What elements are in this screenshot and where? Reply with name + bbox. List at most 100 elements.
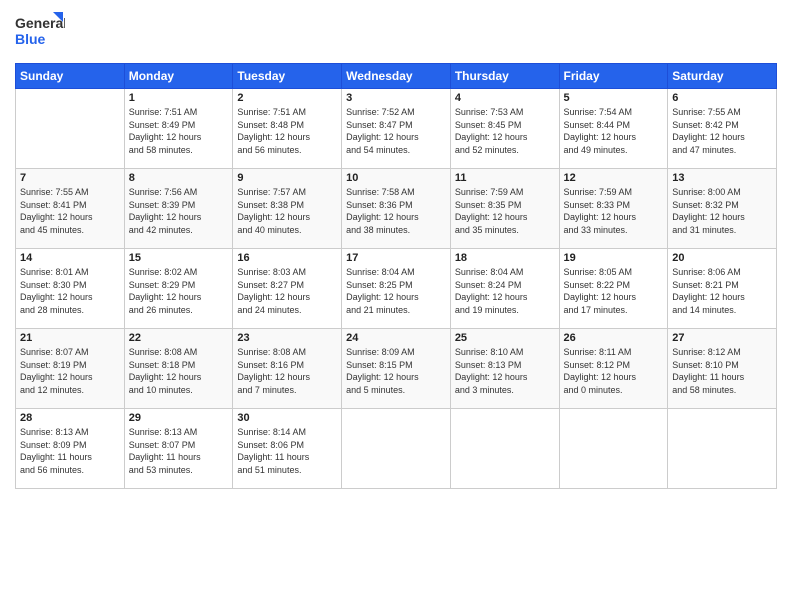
day-info: Sunrise: 7:56 AM Sunset: 8:39 PM Dayligh…: [129, 186, 229, 236]
logo: GeneralBlue: [15, 10, 65, 55]
day-info: Sunrise: 7:55 AM Sunset: 8:41 PM Dayligh…: [20, 186, 120, 236]
day-info: Sunrise: 8:02 AM Sunset: 8:29 PM Dayligh…: [129, 266, 229, 316]
calendar-cell: 3 Sunrise: 7:52 AM Sunset: 8:47 PM Daylig…: [342, 89, 451, 169]
week-row-1: 7 Sunrise: 7:55 AM Sunset: 8:41 PM Daylig…: [16, 169, 777, 249]
day-number: 9: [237, 172, 337, 184]
svg-text:Blue: Blue: [15, 31, 46, 47]
week-row-2: 14 Sunrise: 8:01 AM Sunset: 8:30 PM Dayli…: [16, 249, 777, 329]
day-info: Sunrise: 8:01 AM Sunset: 8:30 PM Dayligh…: [20, 266, 120, 316]
calendar-cell: 7 Sunrise: 7:55 AM Sunset: 8:41 PM Daylig…: [16, 169, 125, 249]
calendar-cell: [16, 89, 125, 169]
day-info: Sunrise: 8:07 AM Sunset: 8:19 PM Dayligh…: [20, 346, 120, 396]
day-number: 7: [20, 172, 120, 184]
calendar-cell: 11 Sunrise: 7:59 AM Sunset: 8:35 PM Dayli…: [450, 169, 559, 249]
day-number: 10: [346, 172, 446, 184]
day-info: Sunrise: 7:53 AM Sunset: 8:45 PM Dayligh…: [455, 106, 555, 156]
day-info: Sunrise: 8:10 AM Sunset: 8:13 PM Dayligh…: [455, 346, 555, 396]
calendar-cell: 5 Sunrise: 7:54 AM Sunset: 8:44 PM Daylig…: [559, 89, 668, 169]
week-row-0: 1 Sunrise: 7:51 AM Sunset: 8:49 PM Daylig…: [16, 89, 777, 169]
day-info: Sunrise: 7:52 AM Sunset: 8:47 PM Dayligh…: [346, 106, 446, 156]
calendar-cell: 28 Sunrise: 8:13 AM Sunset: 8:09 PM Dayli…: [16, 409, 125, 489]
weekday-header-tuesday: Tuesday: [233, 64, 342, 89]
header: GeneralBlue: [15, 10, 777, 55]
day-number: 28: [20, 412, 120, 424]
day-number: 2: [237, 92, 337, 104]
calendar-cell: 16Sunrise: 8:03 AM Sunset: 8:27 PM Dayli…: [233, 249, 342, 329]
calendar-cell: 10Sunrise: 7:58 AM Sunset: 8:36 PM Dayli…: [342, 169, 451, 249]
day-number: 18: [455, 252, 555, 264]
day-info: Sunrise: 8:13 AM Sunset: 8:07 PM Dayligh…: [129, 426, 229, 476]
calendar-cell: 12 Sunrise: 7:59 AM Sunset: 8:33 PM Dayli…: [559, 169, 668, 249]
day-number: 1: [129, 92, 229, 104]
day-number: 25: [455, 332, 555, 344]
calendar-cell: 23 Sunrise: 8:08 AM Sunset: 8:16 PM Dayli…: [233, 329, 342, 409]
day-info: Sunrise: 8:13 AM Sunset: 8:09 PM Dayligh…: [20, 426, 120, 476]
weekday-header-friday: Friday: [559, 64, 668, 89]
day-number: 15: [129, 252, 229, 264]
day-info: Sunrise: 7:59 AM Sunset: 8:33 PM Dayligh…: [564, 186, 664, 236]
calendar-cell: 4 Sunrise: 7:53 AM Sunset: 8:45 PM Daylig…: [450, 89, 559, 169]
svg-text:General: General: [15, 15, 65, 31]
calendar-cell: 9 Sunrise: 7:57 AM Sunset: 8:38 PM Daylig…: [233, 169, 342, 249]
calendar-cell: 17 Sunrise: 8:04 AM Sunset: 8:25 PM Dayli…: [342, 249, 451, 329]
day-number: 13: [672, 172, 772, 184]
calendar-cell: 22Sunrise: 8:08 AM Sunset: 8:18 PM Dayli…: [124, 329, 233, 409]
calendar-cell: 8 Sunrise: 7:56 AM Sunset: 8:39 PM Daylig…: [124, 169, 233, 249]
calendar-cell: 29Sunrise: 8:13 AM Sunset: 8:07 PM Dayli…: [124, 409, 233, 489]
day-number: 21: [20, 332, 120, 344]
calendar-cell: 24 Sunrise: 8:09 AM Sunset: 8:15 PM Dayli…: [342, 329, 451, 409]
day-number: 12: [564, 172, 664, 184]
day-number: 5: [564, 92, 664, 104]
day-number: 23: [237, 332, 337, 344]
calendar-cell: 6 Sunrise: 7:55 AM Sunset: 8:42 PM Daylig…: [668, 89, 777, 169]
week-row-3: 21 Sunrise: 8:07 AM Sunset: 8:19 PM Dayli…: [16, 329, 777, 409]
day-number: 4: [455, 92, 555, 104]
day-info: Sunrise: 8:08 AM Sunset: 8:16 PM Dayligh…: [237, 346, 337, 396]
weekday-header-wednesday: Wednesday: [342, 64, 451, 89]
day-info: Sunrise: 7:51 AM Sunset: 8:48 PM Dayligh…: [237, 106, 337, 156]
calendar: SundayMondayTuesdayWednesdayThursdayFrid…: [15, 63, 777, 489]
day-number: 11: [455, 172, 555, 184]
weekday-header-sunday: Sunday: [16, 64, 125, 89]
day-number: 14: [20, 252, 120, 264]
day-info: Sunrise: 8:06 AM Sunset: 8:21 PM Dayligh…: [672, 266, 772, 316]
day-number: 8: [129, 172, 229, 184]
day-info: Sunrise: 8:12 AM Sunset: 8:10 PM Dayligh…: [672, 346, 772, 396]
day-number: 3: [346, 92, 446, 104]
calendar-cell: 20Sunrise: 8:06 AM Sunset: 8:21 PM Dayli…: [668, 249, 777, 329]
day-info: Sunrise: 8:11 AM Sunset: 8:12 PM Dayligh…: [564, 346, 664, 396]
day-number: 6: [672, 92, 772, 104]
day-info: Sunrise: 8:04 AM Sunset: 8:24 PM Dayligh…: [455, 266, 555, 316]
calendar-cell: 1 Sunrise: 7:51 AM Sunset: 8:49 PM Daylig…: [124, 89, 233, 169]
calendar-cell: 13 Sunrise: 8:00 AM Sunset: 8:32 PM Dayli…: [668, 169, 777, 249]
day-info: Sunrise: 8:14 AM Sunset: 8:06 PM Dayligh…: [237, 426, 337, 476]
day-info: Sunrise: 8:03 AM Sunset: 8:27 PM Dayligh…: [237, 266, 337, 316]
calendar-cell: [559, 409, 668, 489]
calendar-cell: 18 Sunrise: 8:04 AM Sunset: 8:24 PM Dayli…: [450, 249, 559, 329]
day-number: 24: [346, 332, 446, 344]
day-info: Sunrise: 8:08 AM Sunset: 8:18 PM Dayligh…: [129, 346, 229, 396]
calendar-cell: [450, 409, 559, 489]
calendar-cell: [668, 409, 777, 489]
weekday-header-thursday: Thursday: [450, 64, 559, 89]
day-info: Sunrise: 8:04 AM Sunset: 8:25 PM Dayligh…: [346, 266, 446, 316]
day-info: Sunrise: 8:00 AM Sunset: 8:32 PM Dayligh…: [672, 186, 772, 236]
page: GeneralBlue SundayMondayTuesdayWednesday…: [0, 0, 792, 612]
day-number: 26: [564, 332, 664, 344]
calendar-cell: 26 Sunrise: 8:11 AM Sunset: 8:12 PM Dayli…: [559, 329, 668, 409]
day-number: 19: [564, 252, 664, 264]
calendar-cell: 21 Sunrise: 8:07 AM Sunset: 8:19 PM Dayli…: [16, 329, 125, 409]
day-info: Sunrise: 7:55 AM Sunset: 8:42 PM Dayligh…: [672, 106, 772, 156]
day-number: 17: [346, 252, 446, 264]
day-info: Sunrise: 8:05 AM Sunset: 8:22 PM Dayligh…: [564, 266, 664, 316]
weekday-header-monday: Monday: [124, 64, 233, 89]
logo-svg: GeneralBlue: [15, 10, 65, 55]
day-info: Sunrise: 7:57 AM Sunset: 8:38 PM Dayligh…: [237, 186, 337, 236]
calendar-cell: 27Sunrise: 8:12 AM Sunset: 8:10 PM Dayli…: [668, 329, 777, 409]
day-info: Sunrise: 8:09 AM Sunset: 8:15 PM Dayligh…: [346, 346, 446, 396]
day-info: Sunrise: 7:54 AM Sunset: 8:44 PM Dayligh…: [564, 106, 664, 156]
week-row-4: 28 Sunrise: 8:13 AM Sunset: 8:09 PM Dayli…: [16, 409, 777, 489]
day-info: Sunrise: 7:51 AM Sunset: 8:49 PM Dayligh…: [129, 106, 229, 156]
day-number: 30: [237, 412, 337, 424]
day-info: Sunrise: 7:59 AM Sunset: 8:35 PM Dayligh…: [455, 186, 555, 236]
